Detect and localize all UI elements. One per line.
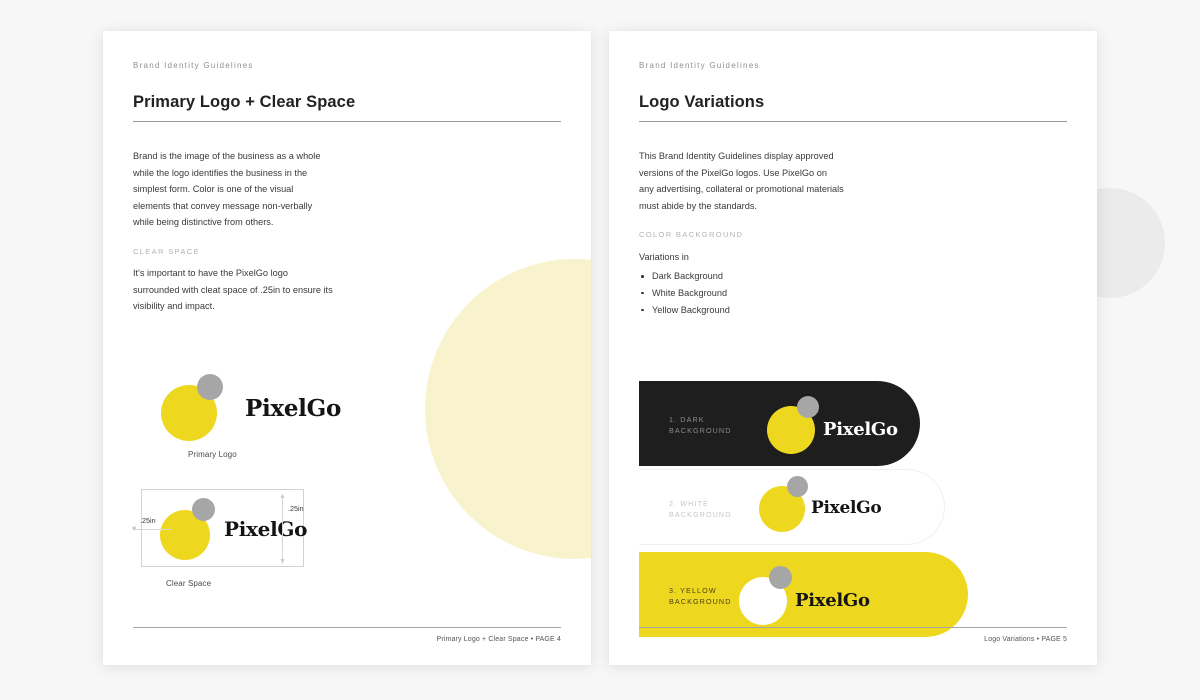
logo-wordmark: PixelGo [795,590,870,611]
logo-mark [759,476,819,534]
dimension-label-left: .25in [140,516,156,525]
logo-gray-circle-icon [192,498,215,521]
page-left-content: Brand Identity Guidelines Primary Logo +… [130,61,561,643]
page-title: Primary Logo + Clear Space [133,93,356,111]
logo-wordmark: PixelGo [811,498,882,518]
list-item: Yellow Background [639,302,1067,319]
logo-wordmark: PixelGo [823,419,898,440]
logo-gray-circle-icon [797,396,819,418]
page-title: Logo Variations [639,93,765,111]
logo-gray-circle-icon [787,476,808,497]
footer-text: Primary Logo + Clear Space • PAGE 4 [436,636,561,643]
logo-wordmark: PixelGo [245,394,341,422]
page-logo-variations: Brand Identity Guidelines Logo Variation… [609,31,1097,665]
list-item: Dark Background [639,268,1067,285]
logo-mark [767,396,829,454]
primary-logo-lockup: PixelGo [161,374,341,441]
primary-logo-caption: Primary Logo [188,450,237,459]
page-footer: Primary Logo + Clear Space • PAGE 4 [133,627,561,643]
page-eyebrow: Brand Identity Guidelines [133,61,254,70]
footer-divider [639,627,1067,628]
title-divider [133,121,561,122]
dimension-arrow-left-icon: ◄ [130,525,137,532]
logo-variation-dark-background: 1. DARK BACKGROUND PixelGo [639,381,920,466]
dimension-line-right [282,496,283,564]
page-right-content: Brand Identity Guidelines Logo Variation… [639,61,1067,643]
dimension-arrow-up-icon: ▲ [279,493,286,500]
logo-mark [739,566,801,625]
footer-divider [133,627,561,628]
title-divider [639,121,1067,122]
dimension-line-left [133,529,171,530]
color-background-section-label: COLOR BACKGROUND [639,230,744,240]
variations-bullet-list: Dark Background White Background Yellow … [639,268,1067,318]
dimension-arrow-down-icon: ▼ [279,558,286,565]
brand-guidelines-spread: Brand Identity Guidelines Primary Logo +… [0,0,1200,700]
intro-paragraph: Brand is the image of the business as a … [133,151,321,228]
logo-variation-white-background: 2. WHITE BACKGROUND PixelGo [639,469,945,545]
list-item: White Background [639,285,1067,302]
variations-lead-text: Variations in [639,252,689,263]
page-footer: Logo Variations • PAGE 5 [639,627,1067,643]
clear-space-paragraph: It's important to have the PixelGo logo … [133,267,333,312]
clear-space-caption: Clear Space [166,579,212,588]
variation-label: 2. WHITE BACKGROUND [669,499,732,519]
logo-wordmark: PixelGo [224,517,308,541]
clear-space-specimen: PixelGo ◄ .25in ▲ ▼ .25in Clear Space [130,489,308,588]
dimension-label-right: .25in [288,504,304,513]
primary-logo-specimen: PixelGo Primary Logo [161,374,341,459]
intro-paragraph: This Brand Identity Guidelines display a… [639,151,844,211]
page-eyebrow: Brand Identity Guidelines [639,61,760,70]
logo-variation-yellow-background: 3. YELLOW BACKGROUND PixelGo [639,552,968,637]
logo-gray-circle-icon [197,374,223,400]
clear-space-boundary-box: PixelGo ◄ .25in ▲ ▼ .25in [130,489,308,567]
clear-space-section-label: CLEAR SPACE [133,246,200,256]
variation-label: 1. DARK BACKGROUND [669,415,732,435]
variation-label: 3. YELLOW BACKGROUND [669,586,732,606]
footer-text: Logo Variations • PAGE 5 [984,636,1067,643]
page-primary-logo-clear-space: Brand Identity Guidelines Primary Logo +… [103,31,591,665]
logo-mark [161,374,235,441]
logo-gray-circle-icon [769,566,792,589]
